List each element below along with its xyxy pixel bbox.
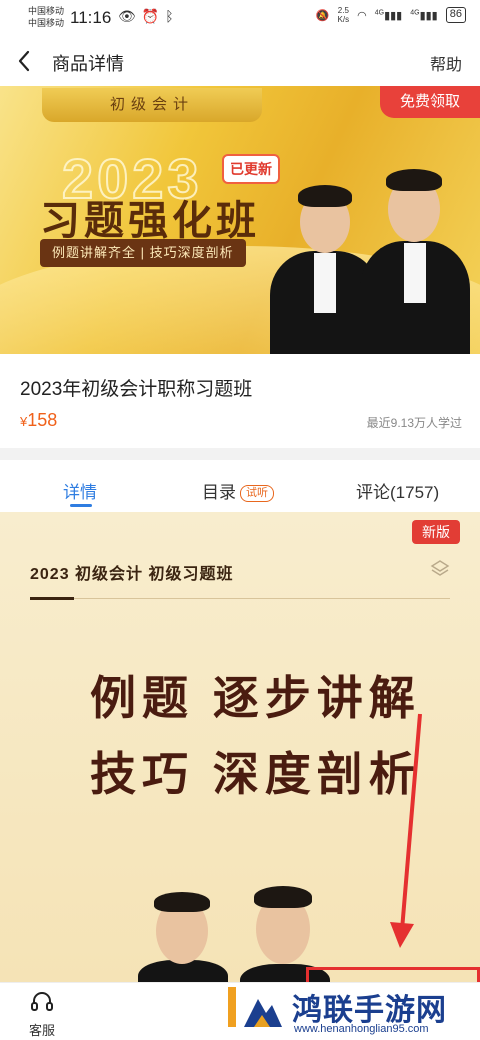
status-bar: 中国移动 中国移动 11:16 👁 ⏰ ᛒ 🔕 2.5 K/s ◠ 4G▮▮▮ …: [0, 0, 480, 36]
tab-catalog-label: 目录: [202, 483, 236, 502]
course-banner[interactable]: 初级会计 免费领取 2023 已更新 习题强化班 例题讲解齐全 | 技巧深度剖析: [0, 86, 480, 354]
carrier-labels: 中国移动 中国移动: [28, 5, 64, 29]
signal-label-1: 4G: [374, 8, 385, 16]
poster-slogan-1: 例题 逐步讲解: [90, 672, 421, 724]
speed-unit: K/s: [337, 15, 350, 24]
active-tab-indicator: [70, 504, 92, 507]
nav-bar: 商品详情 帮助: [0, 36, 480, 86]
customer-service-button[interactable]: 客服: [20, 991, 64, 1039]
back-button[interactable]: [12, 46, 40, 76]
red-arrow-annotation: [390, 713, 422, 948]
clock: 11:16: [70, 8, 112, 27]
purchase-button[interactable]: [228, 987, 236, 1027]
signal-icon-1: 4G▮▮▮: [374, 8, 403, 22]
network-speed: 2.5 K/s: [338, 6, 350, 24]
detail-tabs: 详情 目录 试听 评论(1757): [0, 460, 480, 512]
eye-icon: 👁: [118, 8, 136, 24]
price-value: 158: [27, 410, 58, 430]
site-watermark: 鸿联手游网 www.henanhonglian95.com: [236, 983, 480, 1040]
battery-icon: 86: [445, 7, 466, 23]
bottom-action-bar: 客服 鸿联手游网 www.henanhonglian95.com: [0, 982, 480, 1040]
page-title: 商品详情: [52, 54, 124, 74]
layers-icon: [430, 560, 450, 576]
free-claim-button[interactable]: 免费领取: [380, 86, 480, 118]
chevron-left-icon: [18, 50, 30, 72]
poster-rule: [30, 598, 450, 599]
mute-icon: 🔕: [315, 9, 330, 22]
section-divider: [0, 448, 480, 460]
signal-icon-2: 4G▮▮▮: [410, 8, 438, 22]
bluetooth-icon: ᛒ: [165, 8, 174, 24]
poster-slogan-2: 技巧 深度剖析: [90, 748, 421, 800]
trial-badge: 试听: [240, 485, 274, 502]
headset-icon: [31, 992, 53, 1011]
wifi-icon: ◠: [357, 9, 367, 22]
detail-poster: 新版 2023 初级会计 初级习题班 例题 逐步讲解 技巧 深度剖析: [0, 512, 480, 982]
tab-details[interactable]: 详情: [63, 478, 97, 503]
signal-label-2: 4G: [410, 8, 420, 16]
learner-count: 最近9.13万人学过: [366, 416, 462, 430]
alarm-icon: ⏰: [141, 8, 160, 24]
product-info: 2023年初级会计职称习题班 ¥158 最近9.13万人学过: [0, 354, 480, 448]
banner-subtitle: 例题讲解齐全 | 技巧深度剖析: [40, 239, 246, 267]
status-icons-right: 🔕 2.5 K/s ◠ 4G▮▮▮ 4G▮▮▮ 86: [316, 6, 466, 24]
banner-plaque-text: 初级会计: [109, 96, 194, 113]
instructor-photo-2: [360, 131, 470, 354]
red-highlight-box: [306, 967, 480, 982]
product-price: ¥158: [20, 410, 57, 431]
product-title: 2023年初级会计职称习题班: [20, 379, 253, 400]
tab-catalog[interactable]: 目录 试听: [202, 478, 274, 503]
watermark-logo-icon: [244, 999, 282, 1027]
customer-service-label: 客服: [28, 1023, 55, 1038]
banner-plaque: 初级会计: [42, 88, 262, 122]
banner-title: 习题强化班: [40, 199, 260, 243]
instructor-photo-3: [138, 892, 228, 982]
poster-heading: 2023 初级会计 初级习题班: [30, 566, 234, 583]
status-icons-left: 👁 ⏰ ᛒ: [118, 8, 174, 25]
carrier-2: 中国移动: [28, 18, 65, 28]
help-button[interactable]: 帮助: [430, 51, 462, 75]
new-version-badge: 新版: [412, 520, 460, 544]
watermark-url: www.henanhonglian95.com: [294, 1023, 429, 1035]
tab-reviews[interactable]: 评论(1757): [356, 478, 439, 503]
poster-rule-accent: [30, 597, 74, 600]
carrier-1: 中国移动: [28, 6, 65, 16]
speed-value: 2.5: [337, 6, 349, 15]
